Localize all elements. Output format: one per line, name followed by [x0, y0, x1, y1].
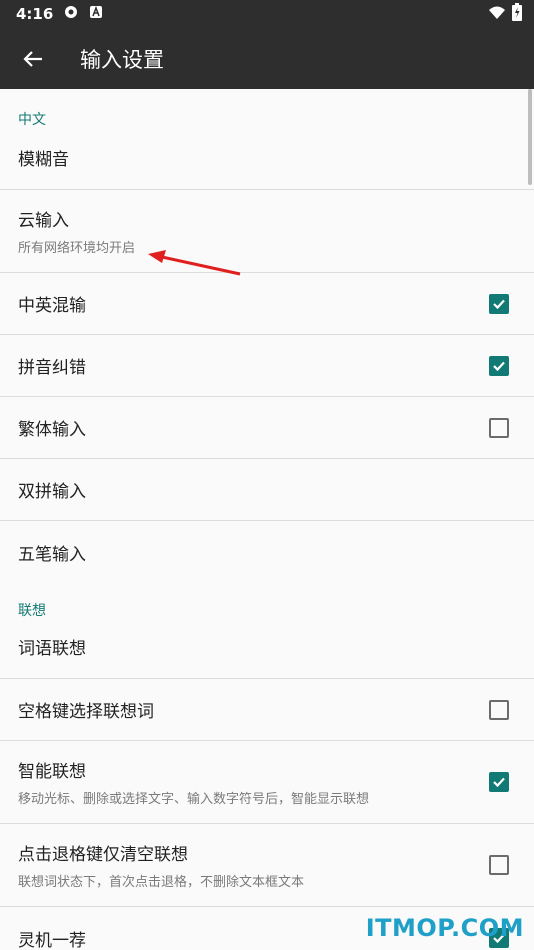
pref-title: 空格键选择联想词 [18, 702, 154, 722]
pref-space-select-association[interactable]: 空格键选择联想词 [0, 679, 534, 741]
pref-title: 双拼输入 [18, 482, 86, 502]
pref-pinyin-correction[interactable]: 拼音纠错 [0, 335, 534, 397]
pref-mixed-input[interactable]: 中英混输 [0, 273, 534, 335]
pref-shuangpin-input[interactable]: 双拼输入 [0, 459, 534, 521]
pref-smart-association[interactable]: 智能联想 移动光标、删除或选择文字、输入数字符号后，智能显示联想 [0, 741, 534, 824]
status-time: 4:16 [16, 5, 54, 23]
watermark: ITMOP.COM [365, 914, 524, 942]
pref-word-association[interactable]: 词语联想 [0, 629, 534, 679]
pref-title: 模糊音 [18, 150, 69, 170]
pref-title: 中英混输 [18, 296, 86, 316]
page-title: 输入设置 [80, 47, 164, 72]
pref-title: 五笔输入 [18, 544, 86, 565]
section-header-association: 联想 [18, 603, 46, 619]
settings-gear-icon [63, 4, 79, 24]
pref-backspace-clear-association[interactable]: 点击退格键仅清空联想 联想词状态下，首次点击退格，不删除文本框文本 [0, 824, 534, 907]
checkbox-checked[interactable] [489, 355, 509, 376]
checkbox-unchecked[interactable] [489, 417, 509, 438]
checkbox-unchecked[interactable] [489, 855, 509, 875]
app-bar: 输入设置 [0, 28, 534, 89]
pref-wubi-input[interactable]: 五笔输入 [0, 521, 534, 583]
section-header-chinese: 中文 [18, 112, 46, 128]
pref-summary: 联想词状态下，首次点击退格，不删除文本框文本 [18, 875, 305, 890]
pref-title: 智能联想 [18, 762, 86, 782]
checkbox-checked[interactable] [489, 293, 509, 314]
status-bar: 4:16 [0, 0, 534, 28]
pref-cloud-input[interactable]: 云输入 所有网络环境均开启 [0, 190, 534, 273]
check-icon [493, 777, 505, 788]
scrollbar[interactable] [528, 89, 532, 185]
check-icon [493, 361, 505, 371]
pref-title: 云输入 [18, 211, 69, 231]
annotation-arrow-icon [148, 250, 241, 276]
checkbox-checked[interactable] [489, 772, 509, 792]
pref-title: 拼音纠错 [18, 358, 86, 378]
pref-title: 词语联想 [18, 639, 86, 659]
pref-title: 点击退格键仅清空联想 [18, 845, 188, 865]
pref-traditional-input[interactable]: 繁体输入 [0, 397, 534, 459]
text-a-icon [89, 5, 103, 23]
battery-charging-icon [512, 3, 522, 25]
wifi-icon [488, 5, 506, 24]
pref-title: 繁体输入 [18, 420, 86, 440]
back-arrow-icon[interactable] [18, 44, 48, 74]
checkbox-unchecked[interactable] [489, 699, 509, 720]
pref-summary: 所有网络环境均开启 [18, 241, 136, 256]
pref-fuzzy-pinyin[interactable]: 模糊音 [0, 145, 534, 190]
check-icon [493, 299, 505, 309]
settings-list[interactable]: 中文 模糊音 云输入 所有网络环境均开启 中英混输 拼音纠错 繁体输入 双拼输入… [0, 89, 534, 950]
pref-summary: 移动光标、删除或选择文字、输入数字符号后，智能显示联想 [18, 792, 370, 807]
